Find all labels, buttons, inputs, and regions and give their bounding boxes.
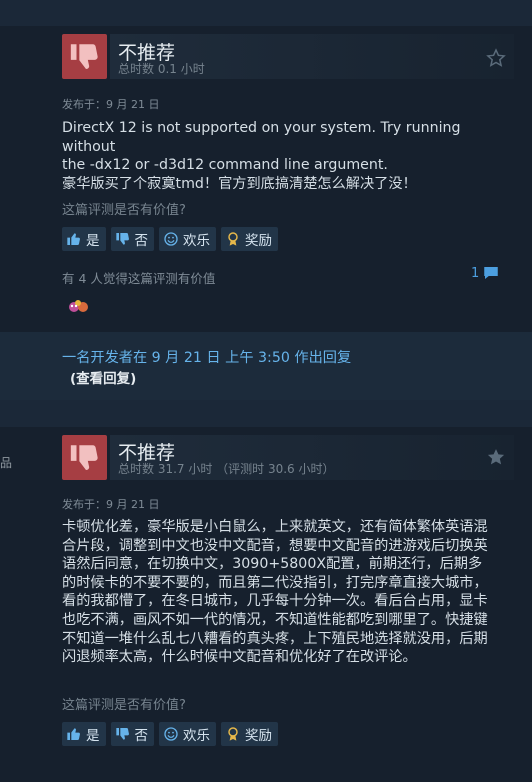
vote-yes-button[interactable]: 是 bbox=[62, 722, 106, 746]
vote-no-label: 否 bbox=[134, 728, 149, 744]
vote-no-label: 否 bbox=[134, 233, 149, 249]
review-posted-date: 发布于：9 月 21 日 bbox=[62, 498, 160, 511]
award-label: 奖励 bbox=[245, 728, 272, 744]
comment-icon bbox=[484, 267, 499, 279]
helpful-question: 这篇评测是否有价值? bbox=[62, 698, 186, 713]
thumbs-up-icon bbox=[67, 728, 80, 740]
vote-no-button[interactable]: 否 bbox=[110, 722, 154, 746]
review-hours: 总时数 31.7 小时 （评测时 30.6 小时） bbox=[118, 462, 335, 476]
thumbs-up-icon bbox=[67, 233, 80, 245]
award-button[interactable]: 奖励 bbox=[221, 722, 278, 746]
thumbs-down-icon bbox=[115, 233, 129, 245]
found-helpful-text: 有 4 人觉得这篇评测有价值 bbox=[62, 271, 216, 286]
review-body-line: 卡顿优化差，豪华版是小白鼠么，上来就英文，还有简体繁体英语混 bbox=[62, 519, 488, 535]
review-body: 卡顿优化差，豪华版是小白鼠么，上来就英文，还有简体繁体英语混 合片段，调整到中文… bbox=[62, 518, 507, 667]
vote-yes-label: 是 bbox=[86, 728, 100, 744]
review-body-line: 语然后同意，在切换中文，3090+5800X配置，前期还行，后期多 bbox=[62, 556, 483, 573]
star-icon[interactable] bbox=[486, 447, 506, 467]
review-body-line: 闪退频率太高，什么时候中文配音和优化好了在改评论。 bbox=[62, 649, 417, 666]
review-hours: 总时数 0.1 小时 bbox=[118, 62, 205, 76]
award-icon bbox=[228, 232, 238, 246]
review-body-line: 的时候卡的不要不要的，而且第二代没指引，打完序章直接大城市， bbox=[62, 574, 488, 591]
star-icon[interactable] bbox=[486, 48, 506, 68]
award-icon bbox=[228, 727, 238, 741]
thumbs-down-icon bbox=[62, 435, 107, 480]
vote-yes-label: 是 bbox=[86, 233, 100, 249]
comment-count-value: 1 bbox=[471, 265, 480, 281]
review-posted-date: 发布于：9 月 21 日 bbox=[62, 98, 160, 111]
review-body-line: 不知道一堆什么乱七八糟看的真头疼，上下殖民地选择就没用，后期 bbox=[62, 630, 488, 647]
review-body-line: the -dx12 or -d3d12 command line argumen… bbox=[62, 157, 388, 174]
vote-buttons: 是 否 欢乐 奖励 bbox=[62, 722, 278, 746]
review-body-line: 合片段，调整到中文也没中文配音，想要中文配音的进游戏后切换英 bbox=[62, 537, 488, 554]
view-response-link[interactable]: (查看回复) bbox=[70, 367, 136, 387]
thumbs-down-icon bbox=[115, 728, 129, 740]
smiley-icon bbox=[164, 232, 178, 246]
review-body-line: DirectX 12 is not supported on your syst… bbox=[62, 120, 461, 155]
comment-count[interactable]: 1 bbox=[471, 264, 500, 282]
smiley-icon bbox=[164, 727, 178, 741]
vote-funny-label: 欢乐 bbox=[183, 728, 210, 744]
award-button[interactable]: 奖励 bbox=[221, 227, 278, 251]
left-edge-text: 品 bbox=[0, 456, 13, 470]
award-label: 奖励 bbox=[245, 233, 272, 249]
vote-funny-button[interactable]: 欢乐 bbox=[159, 722, 216, 746]
thumbs-down-icon bbox=[62, 34, 107, 79]
card-separator bbox=[0, 400, 532, 427]
vote-funny-label: 欢乐 bbox=[183, 233, 210, 249]
review-body-line: 也吃不满，画风不如一代的情况，不知道性能都吃到哪里了。快捷键 bbox=[62, 611, 488, 628]
review-body-line: 豪华版买了个寂寞tmd！官方到底搞清楚怎么解决了没！ bbox=[62, 175, 417, 192]
review-body: DirectX 12 is not supported on your syst… bbox=[62, 119, 507, 193]
vote-yes-button[interactable]: 是 bbox=[62, 227, 106, 251]
vote-buttons: 是 否 欢乐 奖励 bbox=[62, 227, 278, 251]
review-body-line: 看的我都懵了，在冬日城市，几乎每十分钟一次。看后台占用，显卡 bbox=[62, 593, 488, 610]
helpful-question: 这篇评测是否有价值? bbox=[62, 203, 186, 218]
vote-funny-button[interactable]: 欢乐 bbox=[159, 227, 216, 251]
vote-no-button[interactable]: 否 bbox=[110, 227, 154, 251]
developer-response-line: 一名开发者在 9 月 21 日 上午 3:50 作出回复 bbox=[62, 350, 352, 366]
received-award-icon bbox=[63, 294, 95, 318]
